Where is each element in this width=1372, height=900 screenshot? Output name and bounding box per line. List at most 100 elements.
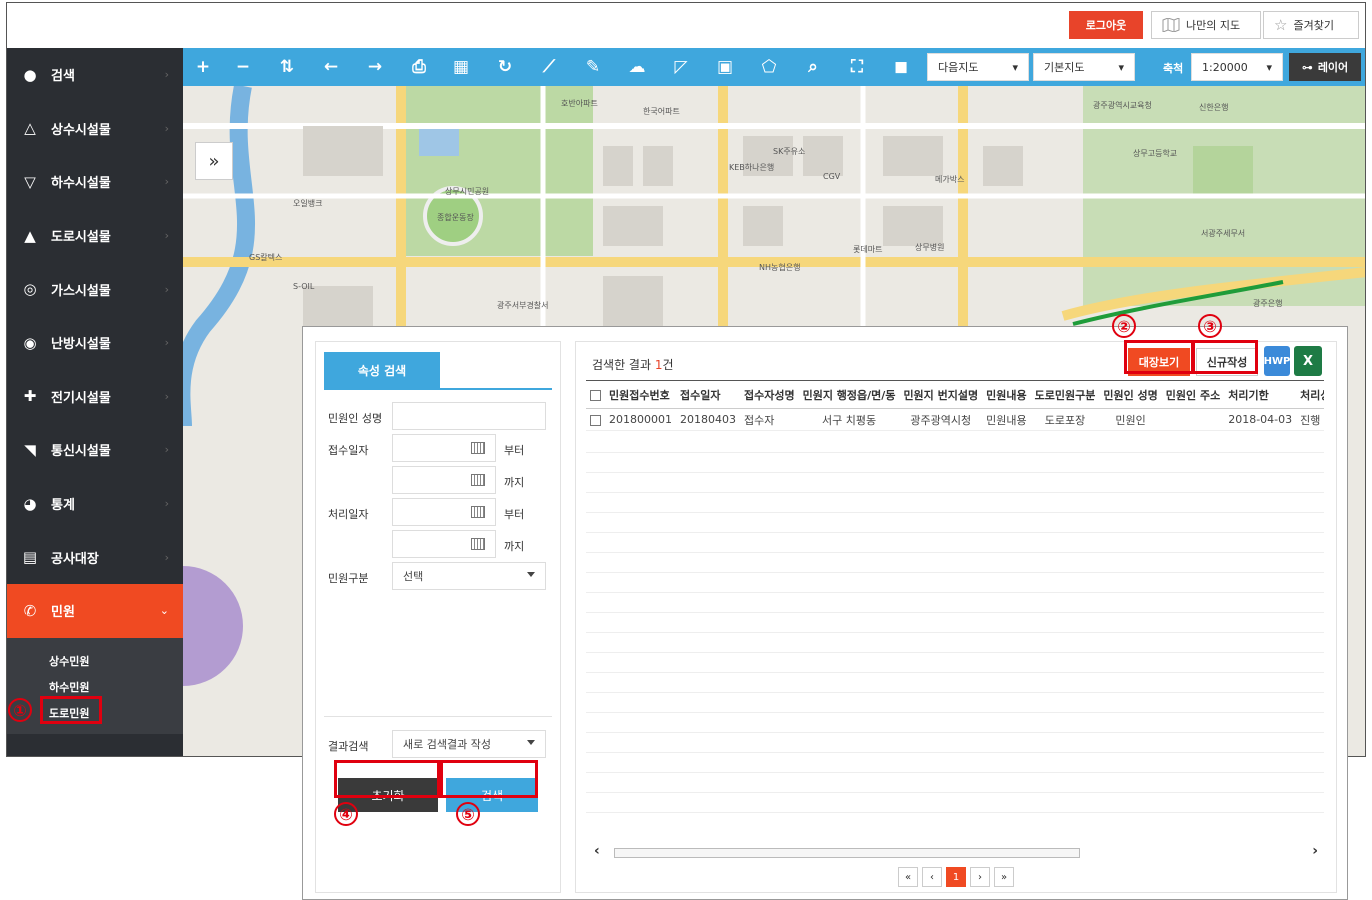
select-all-checkbox[interactable] [590,389,601,401]
polygon-icon[interactable]: ⬠ [749,48,789,86]
favorites-button[interactable]: ☆ 즐겨찾기 [1263,11,1359,39]
table-cell: 201800001 [605,408,676,431]
my-map-label: 나만의 지도 [1186,19,1241,32]
arrow-right-icon[interactable]: → [355,48,395,86]
sidebar-item-telecom-facility[interactable]: ◥ 통신시설물 › [7,423,183,477]
dropdown-arrow-icon: ▾ [1012,60,1018,74]
base-map-select[interactable]: 기본지도 ▾ [1033,53,1135,81]
phone-icon: ✆ [23,601,37,620]
empty-row-line [586,532,1324,533]
complaint-type-select[interactable]: 선택 [392,562,546,590]
row-checkbox-cell[interactable] [586,408,605,431]
submenu-water-complaint[interactable]: 상수민원 [7,648,183,674]
sidebar-item-statistics[interactable]: ◕ 통계 › [7,477,183,531]
sidebar-item-water-facility[interactable]: △ 상수시설물 › [7,102,183,156]
arrow-left-icon[interactable]: ← [311,48,351,86]
dropdown-arrow-icon: ▾ [1266,60,1272,74]
result-count-text: 검색한 결과 1건 [592,356,674,373]
page-1-button[interactable]: 1 [946,867,966,887]
video-icon[interactable]: ◼ [881,48,921,86]
scrollbar-thumb[interactable] [614,848,1080,858]
to-label: 까지 [504,476,525,489]
scroll-right-icon[interactable]: › [1312,843,1318,859]
sidebar-item-heating-facility[interactable]: ◉ 난방시설물 › [7,316,183,370]
callout-number-4: ④ [334,802,358,826]
column-header: 민원지 행정읍/면/동 [798,380,900,409]
applicant-name-input[interactable] [392,402,546,430]
result-prefix: 검색한 결과 [592,358,655,372]
sidebar-item-label: 통계 [51,498,75,514]
table-cell: 진행 [1296,408,1324,431]
scroll-left-icon[interactable]: ‹ [594,843,600,859]
tab-attribute-search[interactable]: 속성 검색 [324,352,440,388]
sidebar-item-sewer-facility[interactable]: ▽ 하수시설물 › [7,155,183,209]
result-search-select[interactable]: 새로 검색결과 작성 [392,730,546,758]
empty-row-line [586,692,1324,693]
calendar-icon[interactable] [471,538,485,550]
layer-toggle-icon: ⊶ [1301,60,1313,74]
sidebar-item-complaints[interactable]: ✆ 민원 ⌄ [7,583,183,638]
horizontal-scrollbar[interactable]: ‹ › [594,843,1318,860]
sidebar-item-gas-facility[interactable]: ◎ 가스시설물 › [7,262,183,316]
scale-value: 1:20000 [1202,60,1248,74]
process-date-from-input[interactable] [392,498,496,526]
callout-number-3: ③ [1198,314,1222,338]
edit-icon[interactable]: ✎ [573,48,613,86]
scale-label: 축척 [1163,62,1184,75]
table-row[interactable]: 201800001 20180403 접수자 서구 치평동 광주광역시청 민원내… [586,408,1324,431]
hwp-export-icon[interactable]: HWP [1264,346,1290,376]
sidebar-item-label: 하수시설물 [51,176,111,192]
refresh-icon[interactable]: ↻ [485,48,525,86]
sidebar-item-road-facility[interactable]: ▲ 도로시설물 › [7,209,183,263]
column-header: 민원인 성명 [1099,380,1162,409]
star-icon: ☆ [1274,16,1288,34]
capture-icon[interactable]: ▣ [705,48,745,86]
calendar-icon[interactable] [471,442,485,454]
logout-button[interactable]: 로그아웃 [1069,11,1143,39]
ruler-icon[interactable]: ⟋ [529,48,569,86]
map-label: SK주유소 [773,147,806,156]
empty-row-line [586,712,1324,713]
map-label: 서광주세무서 [1201,229,1246,238]
next-page-button[interactable]: › [970,867,990,887]
cloud-download-icon[interactable]: ☁ [617,48,657,86]
receipt-date-from-input[interactable] [392,434,496,462]
map-label: 오일뱅크 [293,199,323,208]
my-map-button[interactable]: 나만의 지도 [1151,11,1261,39]
first-page-button[interactable]: « [898,867,918,887]
sidebar-item-search[interactable]: ● 검색 › [7,48,183,102]
table-header-row: 민원접수번호 접수일자 접수자성명 민원지 행정읍/면/동 민원지 번지설명 민… [586,380,1324,409]
scale-select[interactable]: 1:20000 ▾ [1191,53,1283,81]
grid-icon[interactable]: ▦ [441,48,481,86]
zoom-in-icon[interactable]: + [183,48,223,86]
layer-button[interactable]: ⊶ 레이어 [1289,53,1361,81]
expand-panel-button[interactable]: » [195,142,233,180]
prev-page-button[interactable]: ‹ [922,867,942,887]
excel-export-icon[interactable]: X [1294,346,1322,376]
print-icon[interactable]: ⎙ [399,48,439,86]
zoom-out-icon[interactable]: − [223,48,263,86]
select-all-checkbox-cell[interactable] [586,380,605,409]
sidebar-item-construction-ledger[interactable]: ▤ 공사대장 › [7,530,183,584]
area-icon[interactable]: ◸ [661,48,701,86]
dropdown-arrow-icon [527,740,535,745]
empty-row-line [586,672,1324,673]
fullscreen-icon[interactable]: ⛶ [837,48,877,86]
process-date-to-input[interactable] [392,530,496,558]
callout-box-reset [334,760,440,798]
empty-row-line [586,792,1324,793]
row-checkbox[interactable] [590,414,601,426]
column-header: 민원접수번호 [605,380,676,409]
map-source-select[interactable]: 다음지도 ▾ [927,53,1029,81]
complaint-type-label: 민원구분 [328,572,369,585]
sidebar-item-electric-facility[interactable]: ✚ 전기시설물 › [7,370,183,424]
map-label: 광주은행 [1253,299,1283,308]
swap-icon[interactable]: ⇅ [267,48,307,86]
calendar-icon[interactable] [471,506,485,518]
plug-icon: ✚ [23,387,37,406]
search-icon[interactable]: ⌕ [793,48,833,86]
map-icon [1162,18,1180,32]
calendar-icon[interactable] [471,474,485,486]
receipt-date-to-input[interactable] [392,466,496,494]
last-page-button[interactable]: » [994,867,1014,887]
